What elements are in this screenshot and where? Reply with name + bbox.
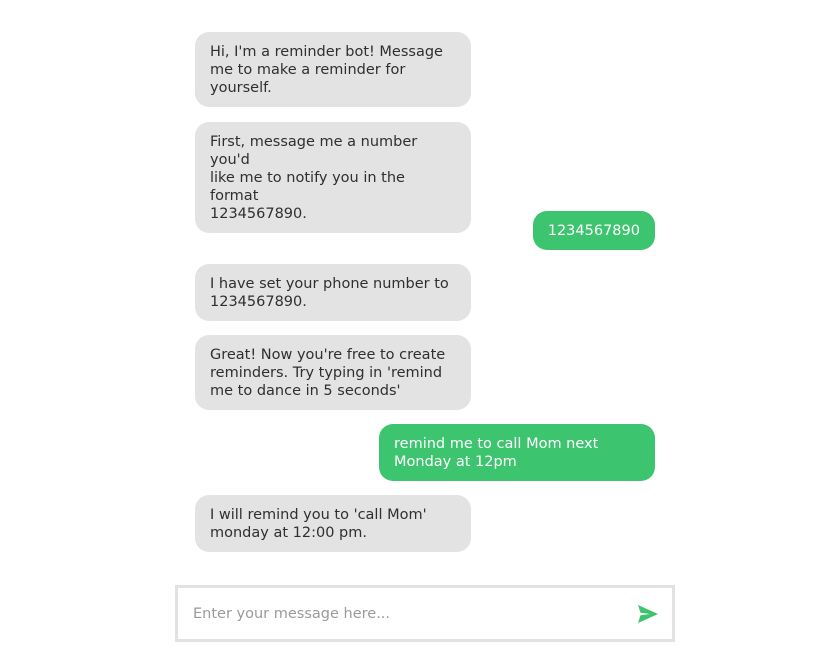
bot-message: I have set your phone number to 12345678… [195,264,471,321]
send-button[interactable] [632,598,664,630]
bot-message: First, message me a number you'd like me… [195,122,471,233]
message-input[interactable] [193,588,613,639]
send-icon [638,605,658,623]
bot-message: Hi, I'm a reminder bot! Message me to ma… [195,32,471,107]
chat-thread: Hi, I'm a reminder bot! Message me to ma… [0,0,822,580]
bot-message: Great! Now you're free to create reminde… [195,335,471,410]
user-message: 1234567890 [532,211,655,250]
user-message: remind me to call Mom next Monday at 12p… [379,424,655,481]
message-composer [175,585,675,642]
bot-message: I will remind you to 'call Mom' monday a… [195,495,471,552]
